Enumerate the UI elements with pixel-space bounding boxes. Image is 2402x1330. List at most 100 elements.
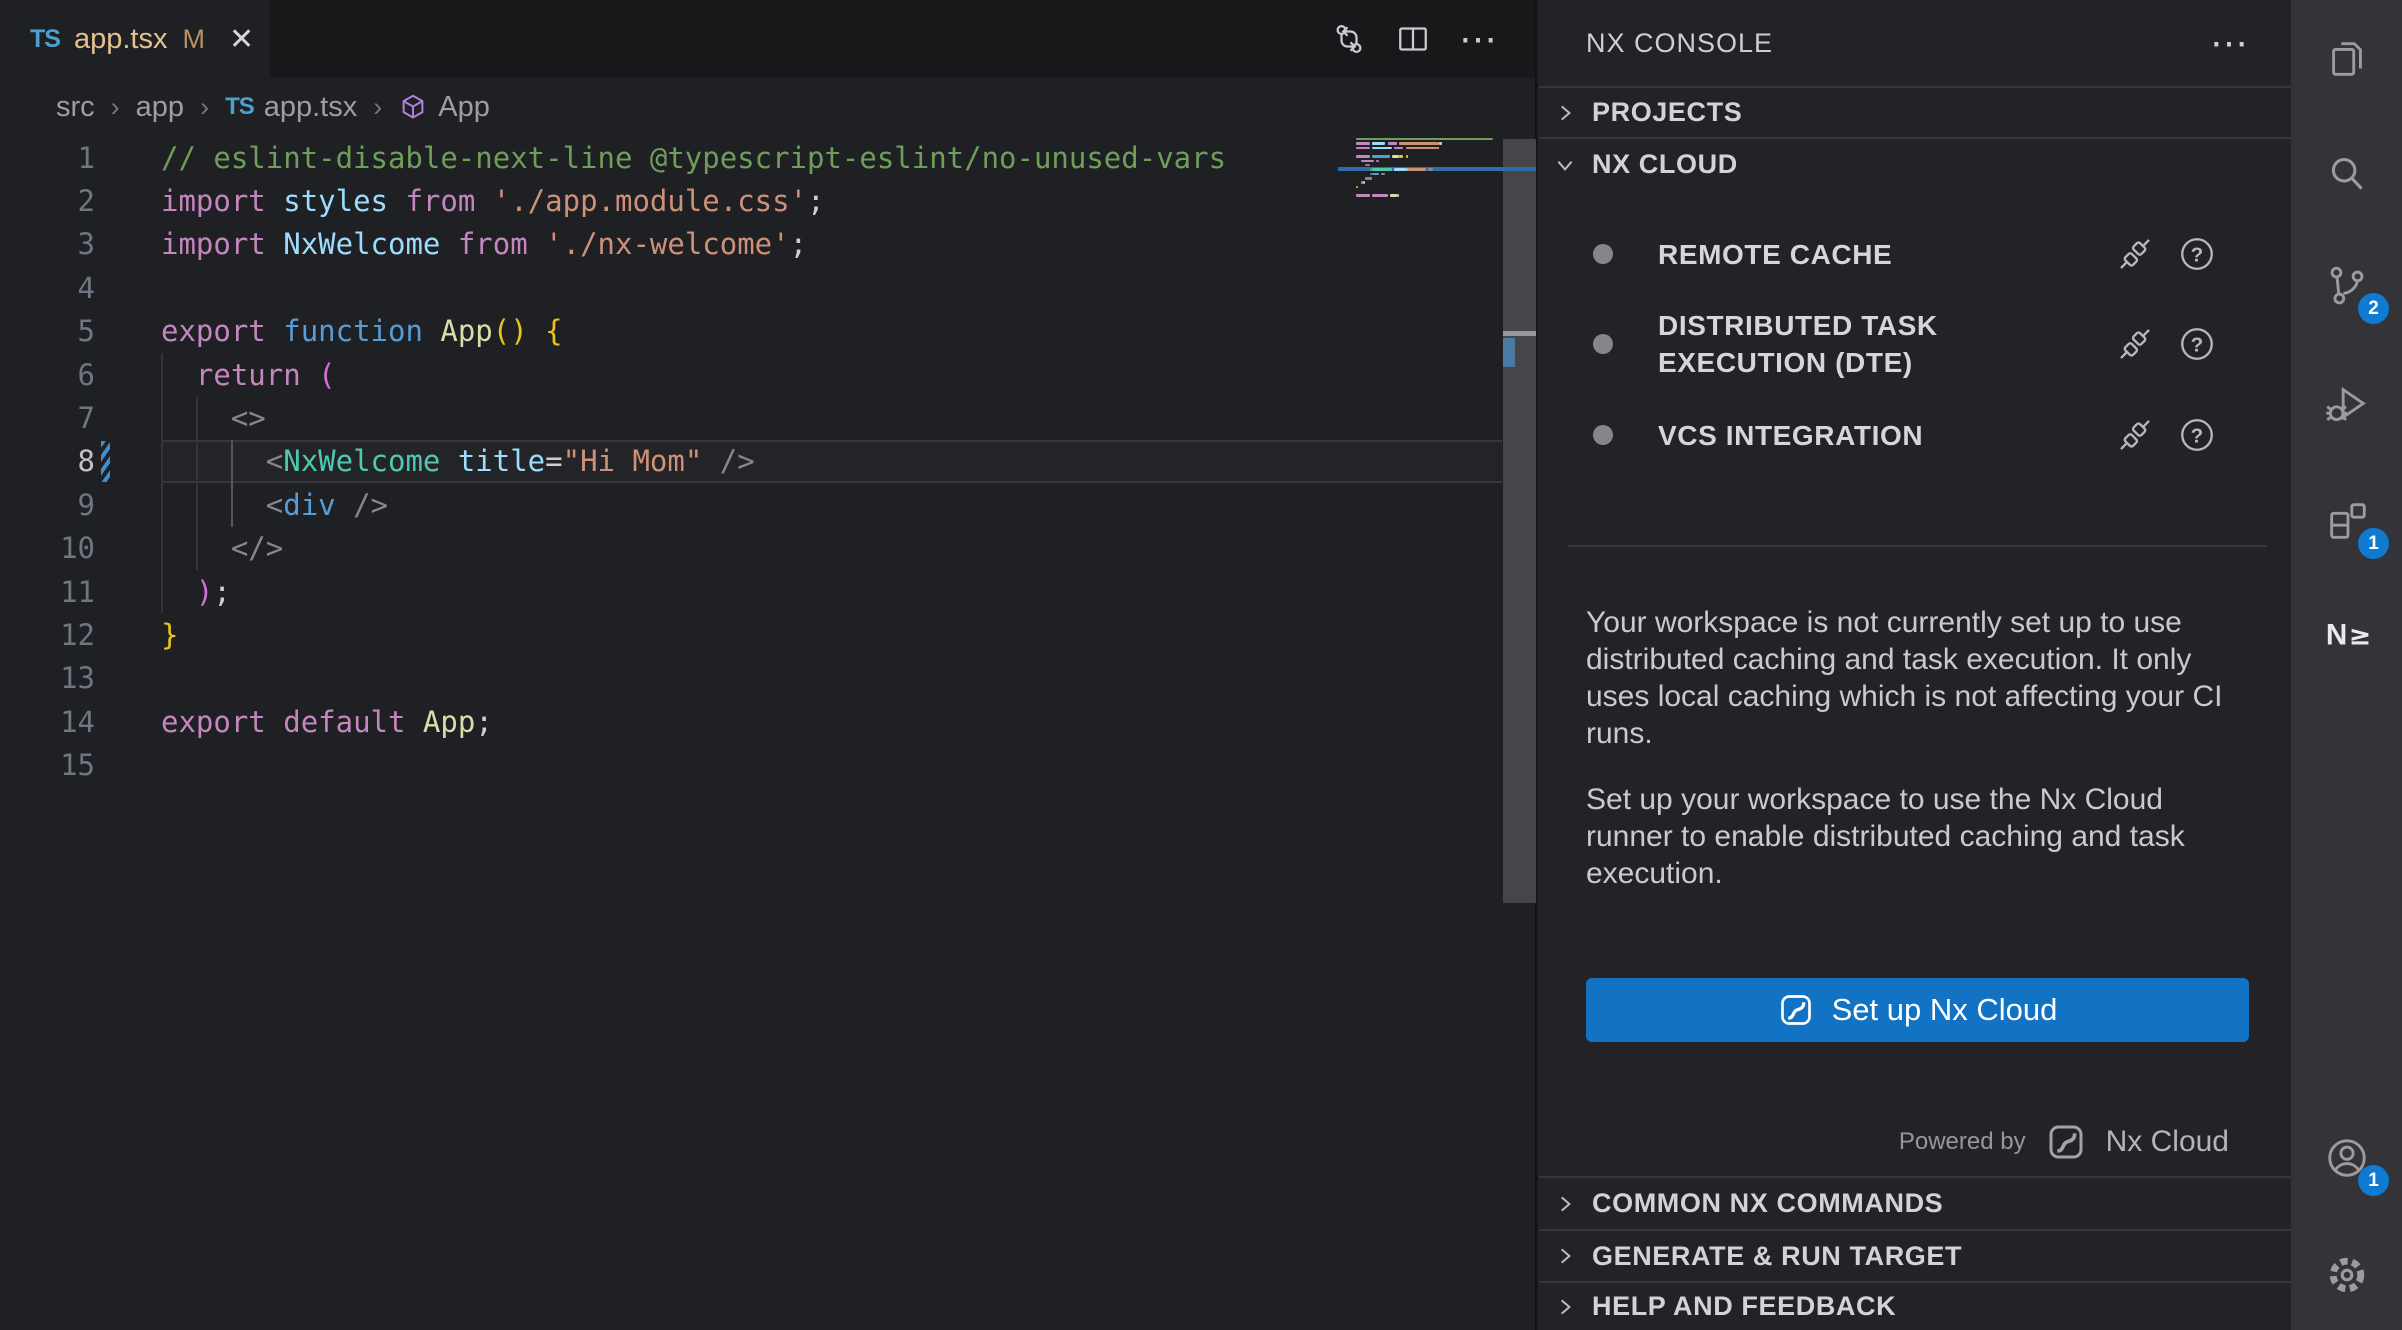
line-number: 13	[0, 661, 95, 695]
minimap-token	[1356, 142, 1370, 145]
minimap-token	[1437, 147, 1439, 150]
code-line[interactable]: 7 <>	[0, 396, 1502, 439]
minimap-current-line	[1338, 167, 1536, 172]
activity-account[interactable]: 1	[2291, 1113, 2402, 1203]
minimap[interactable]	[1352, 137, 1500, 207]
setup-nx-cloud-button[interactable]: Set up Nx Cloud	[1586, 978, 2249, 1042]
divider	[1568, 545, 2267, 547]
minimap-token	[1399, 142, 1440, 145]
nx-cloud-logo-icon	[2046, 1122, 2086, 1162]
help-icon[interactable]	[2179, 417, 2215, 453]
feature-vcs-integration[interactable]: VCS INTEGRATION	[1539, 409, 2291, 461]
help-icon[interactable]	[2179, 236, 2215, 272]
line-number: 7	[0, 401, 95, 435]
activity-explorer[interactable]	[2291, 13, 2402, 103]
activity-source-control[interactable]: 2	[2291, 241, 2402, 331]
code-editor[interactable]: 1// eslint-disable-next-line @typescript…	[0, 136, 1502, 787]
nx-console-panel: NX CONSOLE ⋯ PROJECTS NX CLOUD REMOTE CA…	[1539, 0, 2291, 1330]
status-dot	[1593, 244, 1613, 264]
code-line[interactable]: 9 <div />	[0, 483, 1502, 526]
code-line[interactable]: 13	[0, 657, 1502, 700]
code-line[interactable]: 4	[0, 266, 1502, 309]
breadcrumb-app[interactable]: app	[136, 91, 184, 124]
chevron-right-icon	[1554, 1245, 1576, 1267]
help-icon[interactable]	[2179, 326, 2215, 362]
source-control-badge: 2	[2358, 293, 2389, 324]
minimap-token	[1392, 155, 1399, 158]
minimap-token	[1365, 177, 1372, 180]
minimap-token	[1399, 155, 1404, 158]
activity-settings[interactable]	[2291, 1230, 2402, 1320]
chevron-right-icon	[1554, 102, 1576, 124]
editor-more-actions-icon[interactable]: ⋯	[1459, 17, 1499, 62]
tab-filename: app.tsx	[74, 23, 168, 56]
editor-scrollbar[interactable]	[1503, 139, 1536, 903]
gutter-modified-marker	[101, 441, 110, 482]
nx-logo-icon	[2324, 611, 2370, 657]
search-icon	[2324, 153, 2370, 199]
breadcrumb-src[interactable]: src	[56, 91, 95, 124]
minimap-token	[1356, 147, 1370, 150]
section-generate-run-target[interactable]: GENERATE & RUN TARGET	[1539, 1229, 2291, 1281]
split-editor-icon[interactable]	[1395, 21, 1431, 57]
minimap-token	[1372, 168, 1392, 171]
minimap-token	[1428, 168, 1433, 171]
code-line[interactable]: 15	[0, 743, 1502, 786]
section-projects[interactable]: PROJECTS	[1539, 86, 2291, 137]
connect-plug-icon[interactable]	[2117, 236, 2153, 272]
indent-guide-active	[231, 440, 233, 527]
section-help-and-feedback[interactable]: HELP AND FEEDBACK	[1539, 1281, 2291, 1330]
indent-guide	[161, 353, 163, 613]
breadcrumb-file[interactable]: TS app.tsx	[225, 91, 357, 124]
minimap-token	[1381, 173, 1386, 176]
minimap-token	[1394, 147, 1403, 150]
code-line[interactable]: 2import styles from './app.module.css';	[0, 179, 1502, 222]
connect-plug-icon[interactable]	[2117, 326, 2153, 362]
code-line[interactable]: 10 </>	[0, 527, 1502, 570]
line-number: 9	[0, 488, 95, 522]
panel-more-actions-icon[interactable]: ⋯	[2210, 0, 2251, 86]
minimap-token	[1372, 155, 1390, 158]
minimap-token	[1361, 160, 1375, 163]
account-badge: 1	[2358, 1165, 2389, 1196]
minimap-token	[1439, 142, 1441, 145]
code-line[interactable]: 3import NxWelcome from './nx-welcome';	[0, 223, 1502, 266]
breadcrumb-symbol-app[interactable]: App	[398, 91, 490, 124]
status-dot	[1593, 425, 1613, 445]
code-line[interactable]: 6 return (	[0, 353, 1502, 396]
line-number: 2	[0, 184, 95, 218]
section-nx-cloud[interactable]: NX CLOUD	[1539, 137, 2291, 190]
code-line-current[interactable]: 8 <NxWelcome title="Hi Mom" />	[0, 440, 1502, 483]
chevron-right-icon	[1554, 1193, 1576, 1215]
section-common-nx-commands[interactable]: COMMON NX COMMANDS	[1539, 1176, 2291, 1229]
line-number: 1	[0, 141, 95, 175]
activity-search[interactable]	[2291, 131, 2402, 221]
code-line[interactable]: 5export function App() {	[0, 310, 1502, 353]
status-dot	[1593, 334, 1613, 354]
close-tab-icon[interactable]: ✕	[229, 22, 254, 57]
code-line[interactable]: 1// eslint-disable-next-line @typescript…	[0, 136, 1502, 179]
typescript-file-icon: TS	[30, 25, 60, 54]
minimap-token	[1372, 142, 1386, 145]
minimap-token	[1376, 160, 1378, 163]
code-line[interactable]: 14export default App;	[0, 700, 1502, 743]
open-changes-icon[interactable]	[1331, 21, 1367, 57]
activity-extensions[interactable]: 1	[2291, 476, 2402, 566]
minimap-token	[1408, 168, 1426, 171]
line-number: 15	[0, 748, 95, 782]
activity-nx-console[interactable]	[2291, 589, 2402, 679]
breadcrumb-separator: ›	[111, 92, 120, 123]
line-number: 8	[0, 444, 95, 478]
breadcrumb-separator: ›	[373, 92, 382, 123]
feature-remote-cache[interactable]: REMOTE CACHE	[1539, 228, 2291, 280]
activity-run-debug[interactable]	[2291, 359, 2402, 449]
code-line[interactable]: 12}	[0, 613, 1502, 656]
breadcrumb-separator: ›	[200, 92, 209, 123]
tab-app-tsx[interactable]: TS app.tsx M ✕	[0, 0, 270, 78]
connect-plug-icon[interactable]	[2117, 417, 2153, 453]
minimap-token	[1388, 142, 1397, 145]
powered-by-label: Powered by	[1899, 1128, 2026, 1156]
code-line[interactable]: 11 );	[0, 570, 1502, 613]
nx-cloud-logo-icon	[1778, 992, 1814, 1028]
feature-distributed-task-execution[interactable]: DISTRIBUTED TASK EXECUTION (DTE)	[1539, 296, 2291, 392]
